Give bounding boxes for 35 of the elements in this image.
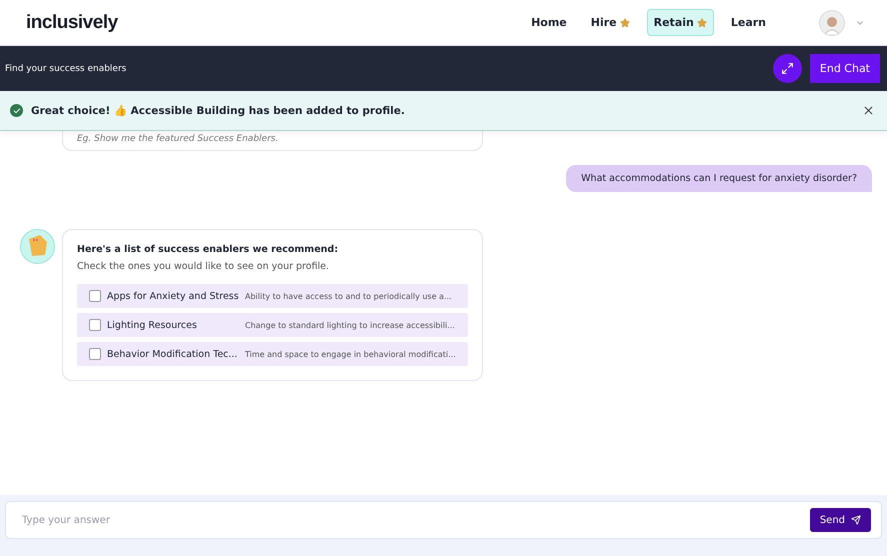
bot-avatar-icon xyxy=(20,229,55,264)
enabler-item[interactable]: Lighting Resources Change to standard lighting to increase accessibili... xyxy=(77,313,468,337)
enabler-description: Time and space to engage in behavioral modificati... xyxy=(245,350,456,358)
chat-title: Find your success enablers xyxy=(5,64,126,74)
end-chat-button[interactable]: End Chat xyxy=(810,54,880,83)
answer-field[interactable]: Type your answer Send xyxy=(5,501,882,539)
user-message: What accommodations can I request for anxiety disorder? xyxy=(566,165,872,192)
nav-link[interactable]: Learn xyxy=(724,9,773,36)
enabler-item[interactable]: Apps for Anxiety and Stress Ability to have access to and to periodically use a... xyxy=(77,284,468,308)
check-icon xyxy=(10,104,23,117)
checkbox[interactable] xyxy=(89,319,101,331)
enabler-description: Change to standard lighting to increase accessibili... xyxy=(245,320,455,330)
logo[interactable]: inclusively xyxy=(26,12,118,34)
star-icon xyxy=(620,18,630,28)
nav-link[interactable]: Retain xyxy=(646,9,714,36)
checkbox[interactable] xyxy=(89,290,101,302)
card-title: Here's a list of success enablers we recommend: xyxy=(77,244,340,255)
enabler-name: Lighting Resources xyxy=(107,320,198,330)
enabler-item[interactable]: Behavior Modification Tec... Time and space to engage in behavioral modificati... xyxy=(77,342,468,366)
hint-text: Eg. Show me the featured Success Enablers. xyxy=(77,134,280,144)
enabler-name: Apps for Anxiety and Stress xyxy=(107,290,240,302)
send-button[interactable]: Send xyxy=(810,508,871,532)
checkbox[interactable] xyxy=(89,348,101,360)
toast-message: Great choice! 👍 Accessible Building has been added to profile. xyxy=(31,104,405,117)
avatar[interactable] xyxy=(819,10,845,36)
close-button[interactable] xyxy=(862,104,875,117)
send-icon xyxy=(851,515,861,525)
star-icon xyxy=(696,18,707,28)
nav-link[interactable]: Home xyxy=(524,9,574,36)
enabler-description: Ability to have access to and to periodically use a... xyxy=(245,292,452,300)
expand-button[interactable] xyxy=(772,54,802,83)
card-subtitle: Check the ones you would like to see on your profile. xyxy=(77,261,330,272)
expand-icon xyxy=(780,62,794,75)
enabler-name: Behavior Modification Tec... xyxy=(107,348,238,360)
nav-link[interactable]: Hire xyxy=(584,9,637,36)
